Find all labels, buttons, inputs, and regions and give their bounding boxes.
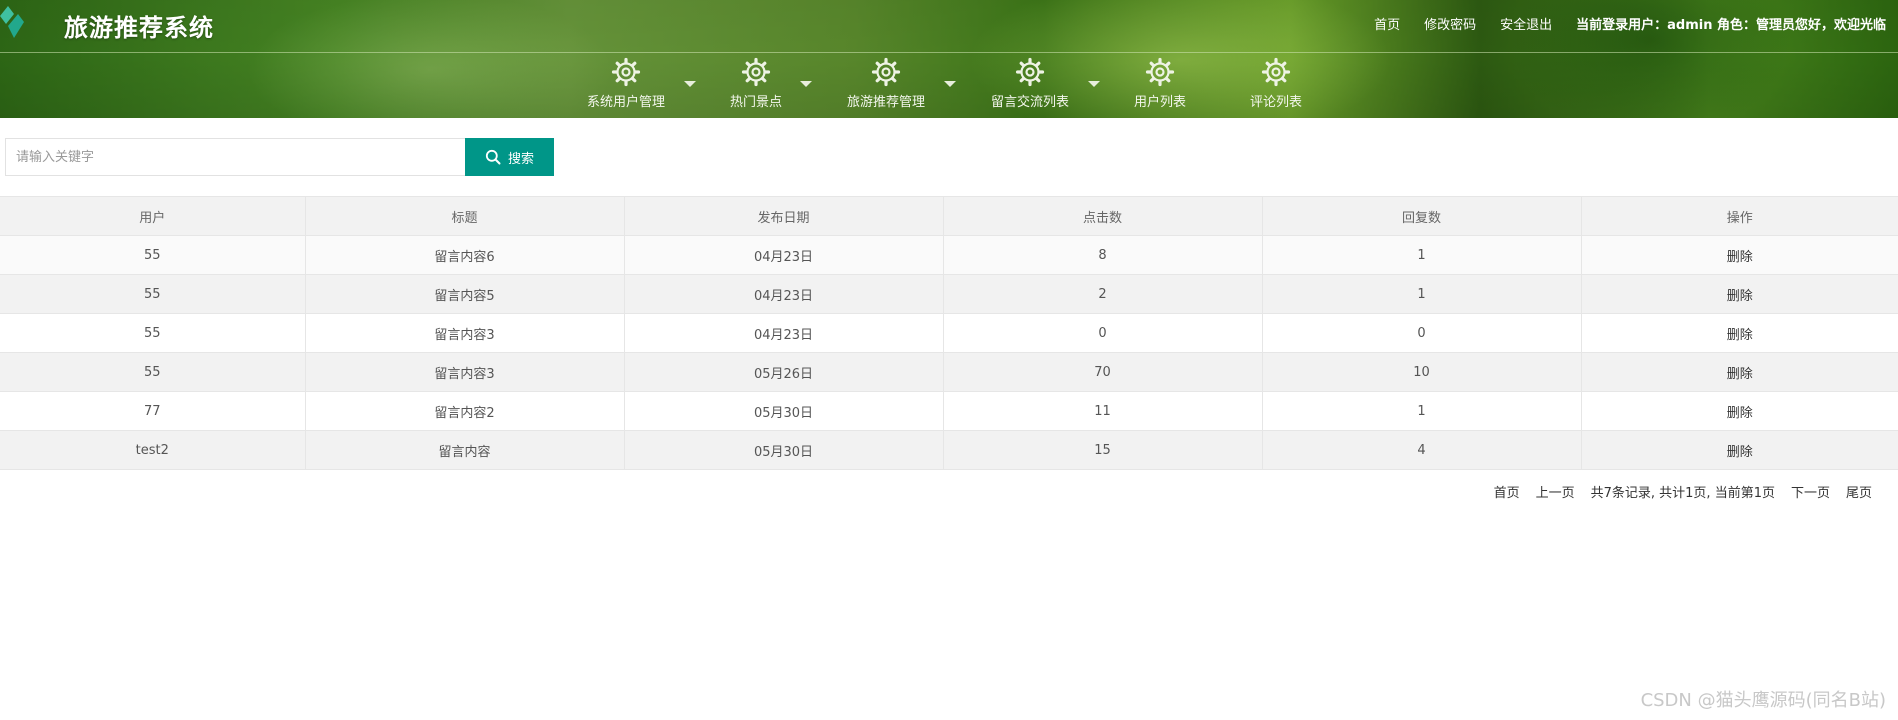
column-header-date: 发布日期 xyxy=(624,196,944,236)
cell-title: 留言内容3 xyxy=(305,352,625,392)
table-row: 77 留言内容2 05月30日 11 1 删除 xyxy=(0,391,1898,431)
logo-icon xyxy=(0,6,24,38)
chevron-down-icon[interactable] xyxy=(1088,81,1100,87)
cell-date: 04月23日 xyxy=(624,274,944,314)
gear-icon xyxy=(611,57,641,87)
cell-title: 留言内容5 xyxy=(305,274,625,314)
chevron-down-icon[interactable] xyxy=(944,81,956,87)
cell-date: 05月30日 xyxy=(624,391,944,431)
nav-label: 系统用户管理 xyxy=(586,95,665,110)
watermark: CSDN @猫头鹰源码(同名B站) xyxy=(1640,690,1886,711)
gear-icon xyxy=(741,57,771,87)
column-header-user: 用户 xyxy=(0,196,306,236)
last-page-link[interactable]: 尾页 xyxy=(1846,482,1872,501)
column-header-title: 标题 xyxy=(305,196,625,236)
nav-item-message-list[interactable]: 留言交流列表 xyxy=(982,57,1078,117)
cell-replies: 1 xyxy=(1262,391,1582,431)
search-icon xyxy=(485,149,501,165)
delete-button[interactable]: 删除 xyxy=(1581,313,1898,353)
current-user-info: 当前登录用户：admin 角色：管理员您好，欢迎光临 xyxy=(1576,18,1886,33)
delete-button[interactable]: 删除 xyxy=(1581,391,1898,431)
nav-label: 评论列表 xyxy=(1249,95,1302,110)
gear-icon xyxy=(1261,57,1291,87)
change-password-link[interactable]: 修改密码 xyxy=(1424,14,1476,33)
nav-item-hot-spots[interactable]: 热门景点 xyxy=(714,57,798,117)
cell-date: 05月30日 xyxy=(624,430,944,470)
table-row: test2 留言内容 05月30日 15 4 删除 xyxy=(0,430,1898,470)
pagination: 首页 上一页 共7条记录, 共计1页, 当前第1页 下一页 尾页 xyxy=(1478,482,1872,501)
cell-user: 55 xyxy=(0,313,306,353)
nav-item-user-list[interactable]: 用户列表 xyxy=(1120,57,1200,117)
main-nav: 系统用户管理 热门景点 旅游推荐管理 留言交流列表 用户列表 评论列表 xyxy=(0,53,1898,118)
nav-label: 热门景点 xyxy=(729,95,782,110)
table-header-row: 用户 标题 发布日期 点击数 回复数 操作 xyxy=(0,196,1898,236)
search-input[interactable] xyxy=(5,138,465,176)
prev-page-link[interactable]: 上一页 xyxy=(1536,482,1575,501)
nav-item-travel-recommend[interactable]: 旅游推荐管理 xyxy=(838,57,934,117)
nav-label: 旅游推荐管理 xyxy=(846,95,925,110)
table-row: 55 留言内容6 04月23日 8 1 删除 xyxy=(0,235,1898,275)
search-bar: 搜索 xyxy=(5,138,554,176)
cell-user: 77 xyxy=(0,391,306,431)
table-row: 55 留言内容5 04月23日 2 1 删除 xyxy=(0,274,1898,314)
next-page-link[interactable]: 下一页 xyxy=(1791,482,1830,501)
column-header-replies: 回复数 xyxy=(1262,196,1582,236)
delete-button[interactable]: 删除 xyxy=(1581,430,1898,470)
cell-user: 55 xyxy=(0,352,306,392)
column-header-clicks: 点击数 xyxy=(943,196,1263,236)
nav-label: 用户列表 xyxy=(1133,95,1186,110)
cell-replies: 0 xyxy=(1262,313,1582,353)
gear-icon xyxy=(1145,57,1175,87)
delete-button[interactable]: 删除 xyxy=(1581,235,1898,275)
cell-date: 05月26日 xyxy=(624,352,944,392)
cell-replies: 10 xyxy=(1262,352,1582,392)
page-summary: 共7条记录, 共计1页, 当前第1页 xyxy=(1590,486,1775,501)
cell-clicks: 15 xyxy=(943,430,1263,470)
nav-item-comment-list[interactable]: 评论列表 xyxy=(1236,57,1316,117)
chevron-down-icon[interactable] xyxy=(800,81,812,87)
cell-date: 04月23日 xyxy=(624,235,944,275)
delete-button[interactable]: 删除 xyxy=(1581,274,1898,314)
delete-button[interactable]: 删除 xyxy=(1581,352,1898,392)
cell-user: test2 xyxy=(0,430,306,470)
table-row: 55 留言内容3 04月23日 0 0 删除 xyxy=(0,313,1898,353)
app-title: 旅游推荐系统 xyxy=(64,14,214,42)
cell-replies: 4 xyxy=(1262,430,1582,470)
nav-item-system-users[interactable]: 系统用户管理 xyxy=(578,57,674,117)
cell-replies: 1 xyxy=(1262,235,1582,275)
top-links: 首页 修改密码 安全退出 当前登录用户：admin 角色：管理员您好，欢迎光临 xyxy=(1350,14,1886,33)
cell-date: 04月23日 xyxy=(624,313,944,353)
cell-title: 留言内容3 xyxy=(305,313,625,353)
cell-user: 55 xyxy=(0,274,306,314)
cell-title: 留言内容 xyxy=(305,430,625,470)
column-header-actions: 操作 xyxy=(1581,196,1898,236)
cell-title: 留言内容2 xyxy=(305,391,625,431)
gear-icon xyxy=(1015,57,1045,87)
cell-title: 留言内容6 xyxy=(305,235,625,275)
table-row: 55 留言内容3 05月26日 70 10 删除 xyxy=(0,352,1898,392)
search-button[interactable]: 搜索 xyxy=(465,138,554,176)
cell-clicks: 11 xyxy=(943,391,1263,431)
cell-user: 55 xyxy=(0,235,306,275)
chevron-down-icon[interactable] xyxy=(684,81,696,87)
nav-label: 留言交流列表 xyxy=(990,95,1069,110)
cell-clicks: 70 xyxy=(943,352,1263,392)
cell-replies: 1 xyxy=(1262,274,1582,314)
cell-clicks: 0 xyxy=(943,313,1263,353)
home-link[interactable]: 首页 xyxy=(1374,14,1400,33)
gear-icon xyxy=(871,57,901,87)
search-button-label: 搜索 xyxy=(507,151,534,167)
header-banner: 旅游推荐系统 首页 修改密码 安全退出 当前登录用户：admin 角色：管理员您… xyxy=(0,0,1898,118)
message-table: 用户 标题 发布日期 点击数 回复数 操作 55 留言内容6 04月23日 8 … xyxy=(0,196,1898,470)
first-page-link[interactable]: 首页 xyxy=(1494,482,1520,501)
logout-link[interactable]: 安全退出 xyxy=(1500,14,1552,33)
cell-clicks: 8 xyxy=(943,235,1263,275)
cell-clicks: 2 xyxy=(943,274,1263,314)
